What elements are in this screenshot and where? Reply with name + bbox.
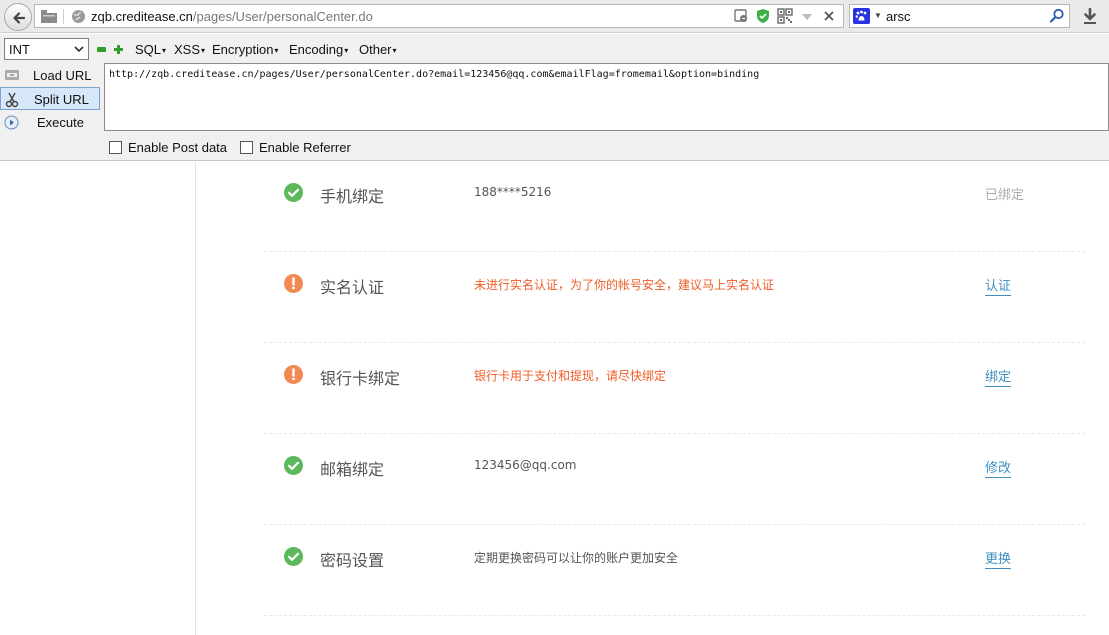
encoding-type-value: INT — [9, 42, 30, 57]
load-url-icon — [5, 70, 19, 80]
address-bar-icons — [733, 8, 837, 24]
checkbox-box[interactable] — [240, 141, 253, 154]
close-icon[interactable] — [821, 8, 837, 24]
enable-post-data-label: Enable Post data — [128, 140, 228, 155]
menu-other[interactable]: Other▾ — [359, 42, 397, 57]
verify-link[interactable]: 认证 — [985, 275, 1012, 296]
split-url-label: Split URL — [34, 92, 89, 107]
menu-sql-label: SQL — [135, 42, 162, 57]
check-circle-icon — [284, 547, 303, 566]
chevron-down-icon — [74, 46, 84, 53]
search-icon[interactable] — [1049, 8, 1065, 24]
globe-icon[interactable] — [71, 9, 86, 24]
menu-encoding-label: Encoding — [289, 42, 344, 57]
execute-label: Execute — [37, 115, 84, 130]
warning-circle-icon — [284, 365, 303, 384]
menu-caret-icon: ▾ — [162, 46, 167, 55]
menu-caret-icon: ▾ — [201, 46, 206, 55]
security-row-password: 密码设置 定期更换密码可以让你的账户更加安全 更换 — [264, 525, 1085, 616]
address-url[interactable]: zqb.creditease.cn/pages/User/personalCen… — [91, 9, 373, 24]
security-row-email: 邮箱绑定 123456@qq.com 修改 — [264, 434, 1085, 525]
warning-circle-icon — [284, 274, 303, 293]
menu-encryption[interactable]: Encryption▾ — [212, 42, 278, 57]
execute-button[interactable]: Execute — [0, 111, 100, 134]
menu-sql[interactable]: SQL▾ — [135, 42, 166, 57]
url-textarea[interactable]: http://zqb.creditease.cn/pages/User/pers… — [104, 63, 1109, 131]
qr-code-icon[interactable] — [777, 8, 793, 24]
check-circle-icon — [284, 183, 303, 202]
security-item-title: 手机绑定 — [320, 187, 385, 206]
security-row-phone: 手机绑定 188****5216 已绑定 — [264, 161, 1085, 252]
security-item-title: 实名认证 — [320, 278, 385, 297]
bound-status-text: 已绑定 — [985, 188, 1025, 203]
change-password-link[interactable]: 更换 — [985, 548, 1012, 569]
checkbox-box[interactable] — [109, 141, 122, 154]
security-item-desc: 银行卡用于支付和提现，请尽快绑定 — [474, 369, 667, 383]
increase-icon[interactable] — [113, 44, 124, 55]
modify-email-link[interactable]: 修改 — [985, 457, 1012, 478]
search-input[interactable] — [886, 8, 1036, 24]
play-icon — [4, 115, 19, 130]
menu-encoding[interactable]: Encoding▾ — [289, 42, 348, 57]
baidu-paw-icon[interactable] — [853, 8, 870, 24]
menu-caret-icon: ▾ — [392, 46, 397, 55]
menu-caret-icon: ▾ — [344, 46, 349, 55]
security-item-title: 银行卡绑定 — [320, 369, 401, 388]
security-item-desc: 188****5216 — [474, 185, 552, 199]
back-button[interactable] — [4, 3, 32, 31]
security-row-realname: 实名认证 未进行实名认证，为了你的帐号安全，建议马上实名认证 认证 — [264, 252, 1085, 343]
menu-xss[interactable]: XSS▾ — [174, 42, 205, 57]
menu-xss-label: XSS — [174, 42, 201, 57]
security-item-desc: 123456@qq.com — [474, 458, 577, 472]
decrease-icon[interactable] — [97, 47, 106, 52]
menu-caret-icon: ▾ — [274, 46, 279, 55]
hackbar-panel: INT SQL▾ XSS▾ Encryption▾ Encoding▾ Othe… — [0, 34, 1109, 161]
check-circle-icon — [284, 456, 303, 475]
security-item-desc: 未进行实名认证，为了你的帐号安全，建议马上实名认证 — [474, 278, 775, 292]
library-icon[interactable] — [40, 9, 58, 24]
browser-navbar: zqb.creditease.cn/pages/User/personalCen… — [0, 0, 1109, 33]
security-item-title: 邮箱绑定 — [320, 460, 385, 479]
load-url-button[interactable]: Load URL — [0, 64, 100, 87]
load-url-label: Load URL — [33, 68, 92, 83]
search-engine-caret-icon[interactable]: ▼ — [874, 11, 882, 20]
arrow-left-icon — [13, 12, 26, 24]
shield-icon[interactable] — [755, 8, 771, 24]
security-item-title: 密码设置 — [320, 551, 385, 570]
security-settings-page: 手机绑定 188****5216 已绑定 实名认证 未进行实名认证，为了你的帐号… — [0, 162, 1109, 635]
address-bar[interactable]: zqb.creditease.cn/pages/User/personalCen… — [34, 4, 844, 28]
bind-card-link[interactable]: 绑定 — [985, 366, 1012, 387]
enable-post-data-checkbox[interactable]: Enable Post data — [109, 140, 227, 155]
reader-view-icon[interactable] — [733, 8, 749, 24]
address-path: /pages/User/personalCenter.do — [192, 9, 373, 24]
security-row-bankcard: 银行卡绑定 银行卡用于支付和提现，请尽快绑定 绑定 — [264, 343, 1085, 434]
menu-encryption-label: Encryption — [212, 42, 274, 57]
dropdown-arrow-icon[interactable] — [799, 8, 815, 24]
encoding-type-select[interactable]: INT — [4, 38, 89, 60]
split-url-button[interactable]: Split URL — [0, 87, 100, 110]
enable-referrer-checkbox[interactable]: Enable Referrer — [240, 140, 351, 155]
address-host: zqb.creditease.cn — [91, 9, 193, 24]
enable-referrer-label: Enable Referrer — [259, 140, 351, 155]
download-icon[interactable] — [1081, 7, 1099, 25]
address-bar-separator — [63, 9, 64, 24]
menu-other-label: Other — [359, 42, 392, 57]
search-bar[interactable]: ▼ — [849, 4, 1070, 28]
sidebar-divider — [195, 162, 196, 635]
scissors-icon — [5, 92, 19, 108]
security-item-desc: 定期更换密码可以让你的账户更加安全 — [474, 551, 679, 565]
